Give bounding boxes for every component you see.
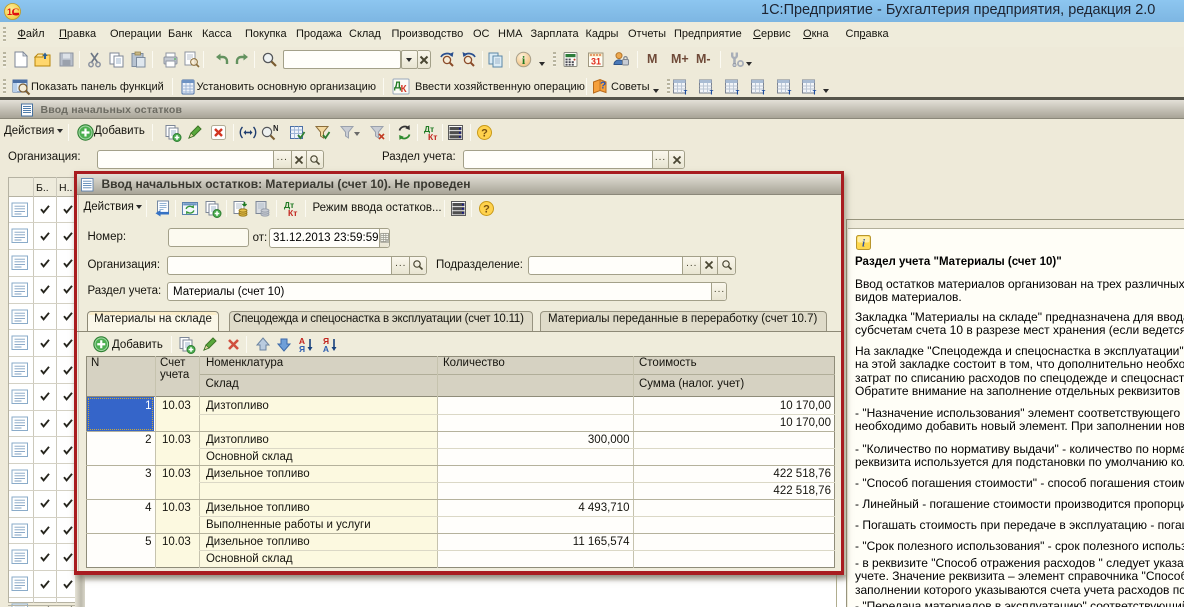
svg-text:т: т <box>787 88 791 97</box>
svg-text:?: ? <box>481 128 488 140</box>
svg-text:А: А <box>323 344 329 353</box>
svg-text:?: ? <box>483 204 490 216</box>
svg-text:т: т <box>709 88 713 97</box>
svg-text:т: т <box>761 88 765 97</box>
svg-text:N: N <box>273 124 278 133</box>
svg-text:Кт: Кт <box>288 208 297 217</box>
svg-text:Я: Я <box>299 344 305 353</box>
svg-text:?: ? <box>600 81 606 92</box>
svg-text:т: т <box>736 88 740 97</box>
svg-text:т: т <box>813 88 817 97</box>
svg-text:К: К <box>400 84 407 95</box>
svg-text:т: т <box>684 88 688 97</box>
svg-text:С: С <box>12 7 20 19</box>
svg-text:31: 31 <box>591 57 601 67</box>
svg-text:Кт: Кт <box>428 132 437 141</box>
